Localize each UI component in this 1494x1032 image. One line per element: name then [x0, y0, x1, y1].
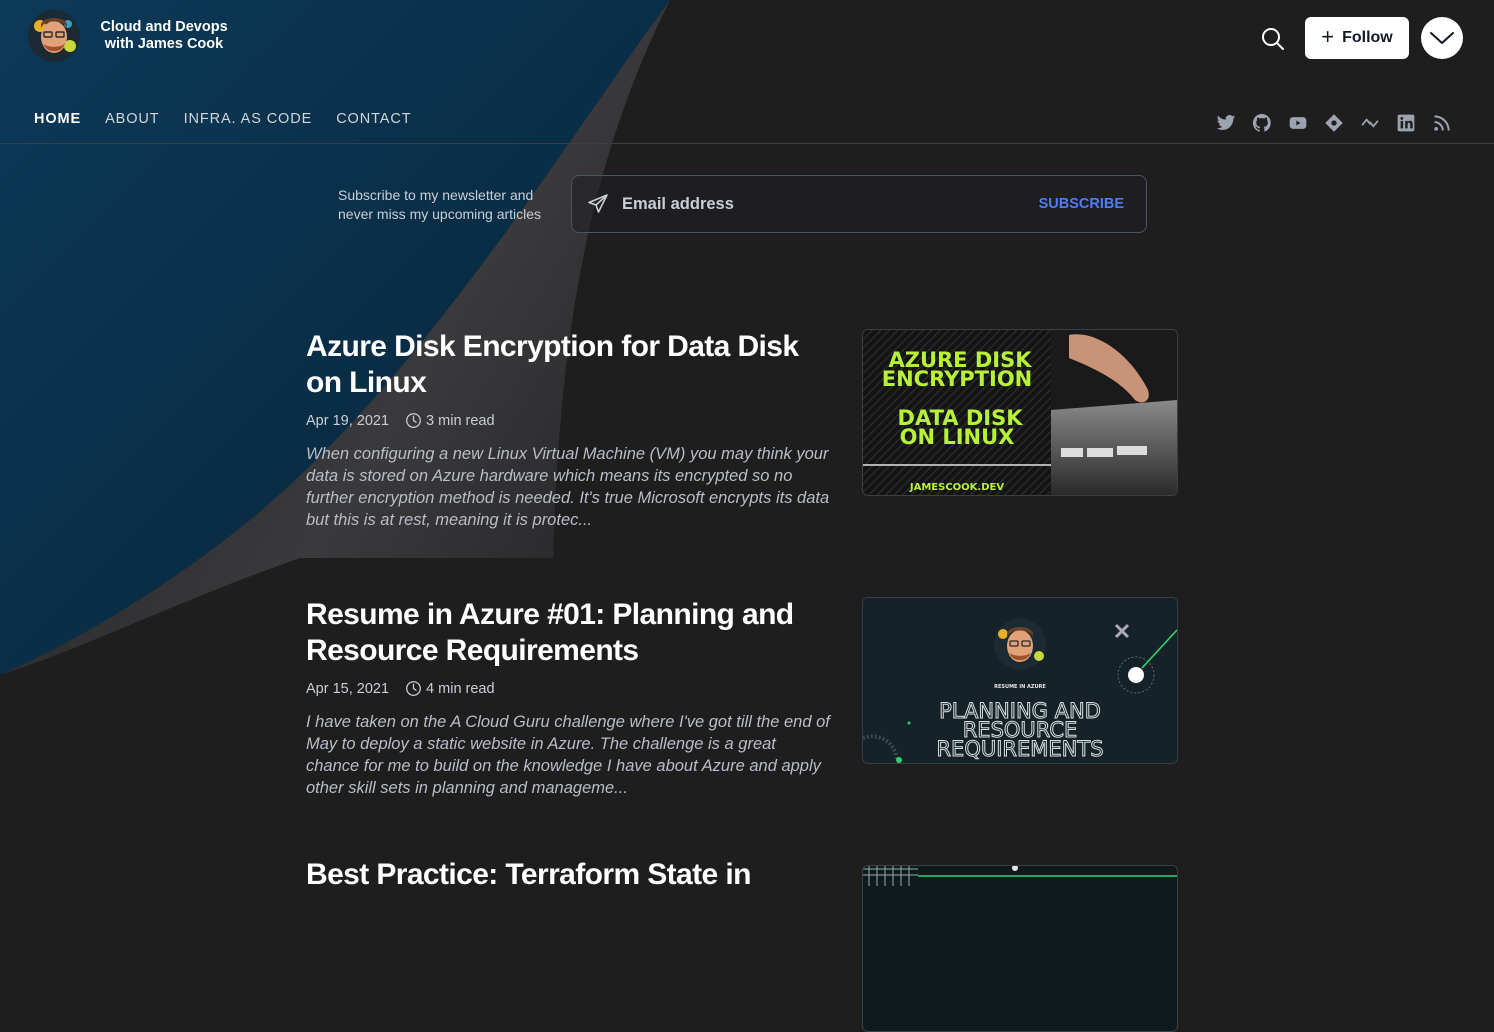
social-links	[1216, 113, 1452, 133]
author-avatar	[28, 10, 80, 62]
twitter-link[interactable]	[1216, 113, 1236, 133]
article-excerpt[interactable]: I have taken on the A Cloud Guru challen…	[306, 711, 831, 799]
article-thumbnail[interactable]: AZURE DISK ENCRYPTION DATA DISK ON LINUX…	[862, 329, 1178, 496]
nav-about[interactable]: ABOUT	[105, 111, 159, 127]
thumb-text-line4: ON LINUX	[900, 425, 1015, 449]
plus-icon: +	[1321, 24, 1335, 49]
article-excerpt[interactable]: When configuring a new Linux Virtual Mac…	[306, 443, 831, 531]
search-button[interactable]	[1258, 24, 1288, 54]
github-icon	[1252, 113, 1271, 132]
blog-title[interactable]: Cloud and Devops with James Cook	[94, 19, 234, 53]
twitter-icon	[1216, 115, 1236, 130]
article-date: Apr 15, 2021	[306, 680, 390, 697]
rss-icon	[1434, 115, 1450, 131]
github-link[interactable]	[1252, 113, 1272, 133]
article-title[interactable]: Best Practice: Terraform State in	[306, 857, 831, 893]
nav-home[interactable]: HOME	[34, 111, 81, 127]
search-icon	[1262, 28, 1284, 50]
article-title[interactable]: Resume in Azure #01: Planning and Resour…	[306, 597, 831, 669]
main-nav: HOME ABOUT INFRA. AS CODE CONTACT	[34, 111, 412, 127]
thumb-text-line3: REQUIREMENTS	[936, 737, 1103, 761]
thumb-avatar	[994, 618, 1046, 670]
nav-infra-as-code[interactable]: INFRA. AS CODE	[184, 111, 313, 127]
article-card: Azure Disk Encryption for Data Disk on L…	[306, 329, 1178, 531]
thumb-text-line2: ENCRYPTION	[882, 367, 1033, 391]
newsletter-form: SUBSCRIBE	[571, 175, 1147, 233]
youtube-icon	[1289, 117, 1307, 129]
linkedin-icon	[1397, 114, 1415, 132]
site-header: Cloud and Devops with James Cook + Follo…	[0, 0, 1494, 144]
chevron-down-icon	[1430, 32, 1454, 44]
profile-menu-button[interactable]	[1421, 17, 1463, 59]
devto-icon	[1361, 118, 1379, 128]
paper-plane-icon	[588, 194, 608, 213]
article-thumbnail[interactable]: RESUME IN AZURE PLANNING AND RESOURCE RE…	[862, 597, 1178, 764]
devto-link[interactable]	[1360, 113, 1380, 133]
article-thumbnail[interactable]	[862, 865, 1178, 1032]
article-card: Resume in Azure #01: Planning and Resour…	[306, 597, 1178, 799]
hashnode-link[interactable]	[1324, 113, 1344, 133]
article-read-time: 4 min read	[426, 680, 495, 697]
article-card: Best Practice: Terraform State in	[306, 857, 1178, 1032]
article-title[interactable]: Azure Disk Encryption for Data Disk on L…	[306, 329, 831, 401]
article-read-time: 3 min read	[426, 412, 495, 429]
thumb-caption: RESUME IN AZURE	[994, 684, 1046, 690]
nav-contact[interactable]: CONTACT	[336, 111, 411, 127]
follow-button[interactable]: + Follow	[1305, 17, 1409, 59]
email-input[interactable]	[620, 193, 1033, 215]
clock-icon	[406, 681, 421, 696]
article-date: Apr 19, 2021	[306, 412, 390, 429]
brand[interactable]: Cloud and Devops with James Cook	[28, 10, 234, 62]
hashnode-icon	[1325, 114, 1343, 132]
youtube-link[interactable]	[1288, 113, 1308, 133]
follow-label: Follow	[1342, 29, 1393, 46]
rss-link[interactable]	[1432, 113, 1452, 133]
subscribe-button[interactable]: SUBSCRIBE	[1033, 195, 1130, 213]
linkedin-link[interactable]	[1396, 113, 1416, 133]
newsletter-description: Subscribe to my newsletter and never mis…	[338, 187, 542, 222]
thumb-footer: JAMESCOOK.DEV	[909, 482, 1004, 493]
clock-icon	[406, 413, 421, 428]
